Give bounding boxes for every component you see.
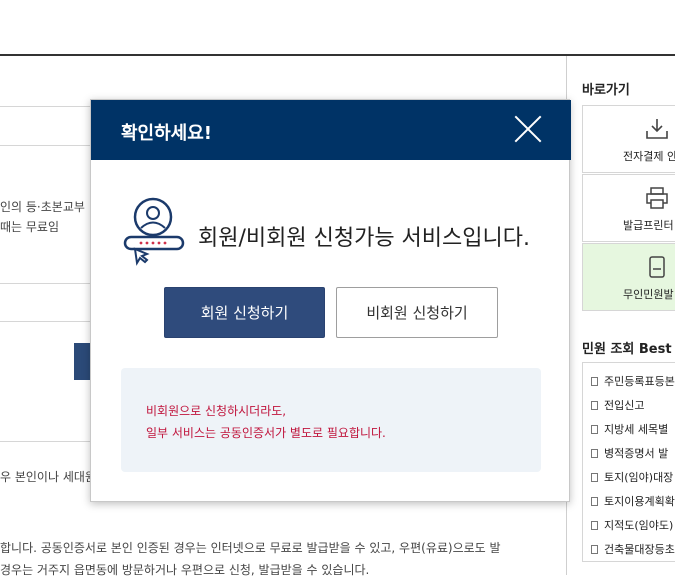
document-icon — [591, 401, 598, 410]
document-icon — [591, 473, 598, 482]
header-divider — [0, 54, 675, 56]
notice-box: 비회원으로 신청하시더라도, 일부 서비스는 공동인증서가 별도로 필요합니다. — [121, 368, 541, 472]
best-list-item[interactable]: 지적도(임야도) — [591, 517, 673, 533]
document-icon — [591, 521, 598, 530]
quick-link-kiosk[interactable]: 무인민원발 — [582, 243, 675, 311]
info-text: 우 본인이나 세대원 — [0, 470, 96, 484]
info-text: 인의 등·초본교부 — [0, 200, 85, 214]
best-list: 주민등록표등본 전입신고 지방세 세목별 병적증명서 발 토지(임야)대장 토지… — [582, 362, 675, 562]
printer-icon — [646, 187, 668, 209]
quick-link-label: 발급프린터 — [623, 219, 674, 232]
member-login-icon — [123, 197, 185, 266]
service-availability-message: 회원/비회원 신청가능 서비스입니다. — [198, 226, 530, 251]
info-text: 합니다. 공동인증서로 본인 인증된 경우는 인터넷으로 무료로 발급받을 수 … — [0, 541, 501, 555]
document-icon — [591, 449, 598, 458]
document-icon — [591, 425, 598, 434]
info-text: 때는 무료임 — [0, 220, 60, 234]
best-list-item[interactable]: 건축물대장등초 — [591, 541, 675, 557]
close-icon[interactable] — [513, 114, 543, 144]
quick-link-printer[interactable]: 발급프린터 — [582, 174, 675, 242]
kiosk-icon — [649, 256, 665, 278]
quick-link-payment[interactable]: 전자결제 안 — [582, 105, 675, 173]
best-list-item[interactable]: 주민등록표등본 — [591, 373, 675, 389]
quick-link-label: 무인민원발 — [623, 288, 674, 301]
confirm-modal: 확인하세요! 회원/비회원 신청가능 서비스입니다. 회원 신청하기 비회원 신… — [90, 99, 571, 502]
document-icon — [591, 545, 598, 554]
best-list-item[interactable]: 병적증명서 발 — [591, 445, 668, 461]
download-icon — [646, 119, 668, 139]
notice-line: 비회원으로 신청하시더라도, — [146, 404, 287, 418]
modal-header: 확인하세요! — [91, 100, 571, 160]
document-icon — [591, 497, 598, 506]
best-list-title: 민원 조회 Best — [582, 342, 672, 357]
info-text: 경우는 거주지 읍면동에 방문하거나 우편으로 신청, 발급받을 수 있습니다. — [0, 563, 370, 577]
best-list-item[interactable]: 전입신고 — [591, 397, 644, 413]
document-icon — [591, 377, 598, 386]
member-apply-button[interactable]: 회원 신청하기 — [164, 287, 325, 338]
quick-link-label: 전자결제 안 — [623, 150, 675, 163]
best-list-item[interactable]: 지방세 세목별 — [591, 421, 668, 437]
best-list-item[interactable]: 토지(임야)대장 — [591, 469, 673, 485]
guest-apply-button[interactable]: 비회원 신청하기 — [336, 287, 498, 338]
quick-links-title: 바로가기 — [582, 83, 630, 98]
best-list-item[interactable]: 토지이용계획확 — [591, 493, 675, 509]
modal-title: 확인하세요! — [121, 123, 213, 144]
notice-line: 일부 서비스는 공동인증서가 별도로 필요합니다. — [146, 426, 386, 440]
